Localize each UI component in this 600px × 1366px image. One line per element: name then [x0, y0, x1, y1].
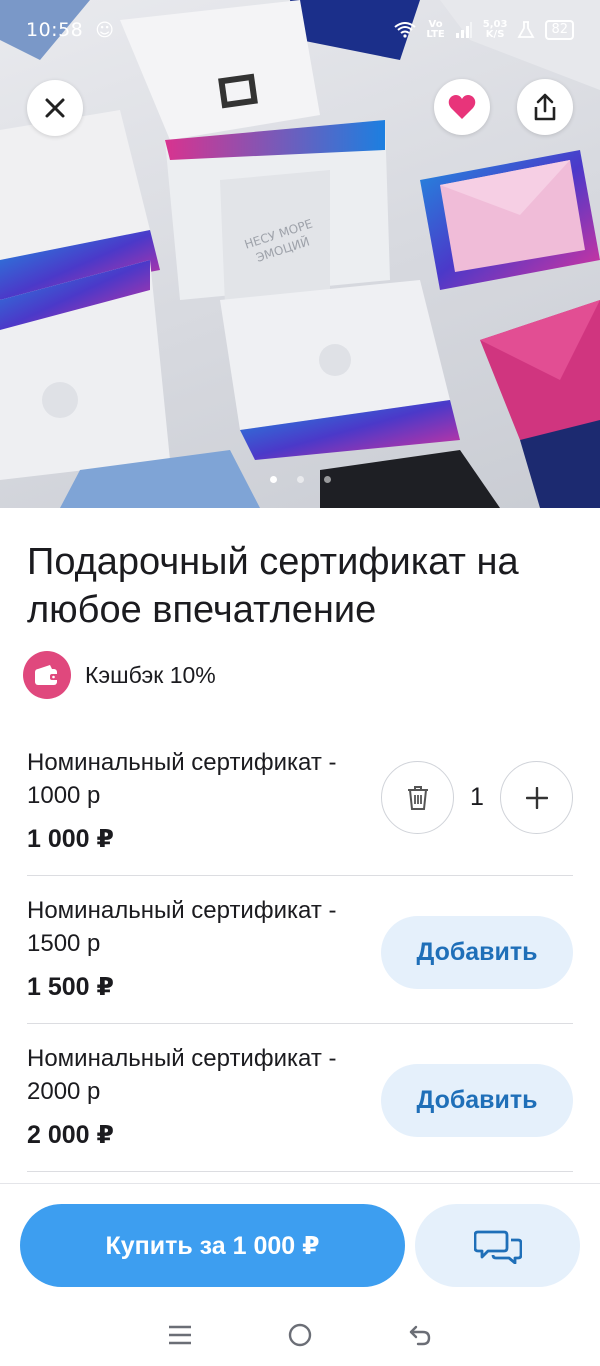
certificate-item: Номинальный сертификат - 2000 р 2 000 ₽ … — [27, 1024, 573, 1172]
status-icons: Vo LTE 5,03 K/S 82 — [394, 20, 574, 40]
certificate-name: Номинальный сертификат - 1500 р — [27, 897, 337, 957]
certificate-item: Номинальный сертификат - 1500 р 1 500 ₽ … — [27, 876, 573, 1024]
carousel-indicator — [0, 476, 600, 483]
chat-icon — [473, 1230, 522, 1264]
delete-button[interactable] — [381, 761, 454, 834]
status-time: 10:58 — [26, 19, 84, 41]
network-speed-unit: K/S — [485, 29, 505, 40]
home-icon[interactable] — [287, 1322, 313, 1348]
wifi-icon — [394, 22, 417, 38]
carousel-dot[interactable] — [323, 476, 331, 483]
wallet-icon — [23, 651, 71, 699]
certificate-price: 2 000 ₽ — [27, 1121, 114, 1149]
plus-icon — [525, 786, 548, 809]
quantity-value: 1 — [470, 783, 484, 811]
product-image-carousel[interactable]: НЕСУ МОРЕ ЭМОЦИЙ 10:58 ☺ Vo LTE 5,03 K/S… — [0, 0, 600, 508]
network-speed: 5,03 K/S — [483, 20, 508, 40]
network-type: Vo LTE — [426, 20, 444, 40]
trash-icon — [407, 785, 428, 810]
certificate-item: Номинальный сертификат - 1000 р 1 000 ₽ … — [27, 728, 573, 876]
certificate-name: Номинальный сертификат - 2000 р — [27, 1045, 337, 1105]
buy-button[interactable]: Купить за 1 000 ₽ — [20, 1204, 405, 1287]
share-icon — [534, 93, 556, 121]
gift-packaging-photo: НЕСУ МОРЕ ЭМОЦИЙ — [0, 0, 600, 508]
flask-icon — [517, 21, 535, 38]
favorite-button[interactable] — [434, 79, 490, 135]
cashback-badge: Кэшбэк 10% — [23, 651, 216, 699]
chat-button[interactable] — [415, 1204, 580, 1287]
cashback-label: Кэшбэк 10% — [85, 661, 216, 688]
increase-button[interactable] — [500, 761, 573, 834]
share-button[interactable] — [517, 79, 573, 135]
odnoklassniki-icon: ☺ — [95, 19, 115, 41]
certificate-name: Номинальный сертификат - 1000 р — [27, 749, 337, 809]
network-type-bottom: LTE — [426, 29, 445, 40]
certificate-price: 1 500 ₽ — [27, 973, 114, 1001]
system-navigation-bar — [0, 1303, 600, 1366]
carousel-dot[interactable] — [269, 476, 277, 483]
add-button[interactable]: Добавить — [381, 916, 573, 989]
status-bar: 10:58 ☺ Vo LTE 5,03 K/S 82 — [0, 0, 600, 60]
close-icon — [45, 98, 65, 118]
menu-icon[interactable] — [168, 1324, 192, 1346]
quantity-stepper: 1 — [381, 761, 573, 834]
battery-level: 82 — [545, 20, 574, 40]
back-icon[interactable] — [408, 1323, 432, 1347]
carousel-dot[interactable] — [296, 476, 304, 483]
heart-icon — [448, 95, 476, 119]
certificate-price: 1 000 ₽ — [27, 825, 114, 853]
close-button[interactable] — [27, 80, 83, 136]
product-title: Подарочный сертификат на любое впечатлен… — [27, 541, 519, 631]
add-button[interactable]: Добавить — [381, 1064, 573, 1137]
signal-icon — [455, 22, 472, 38]
